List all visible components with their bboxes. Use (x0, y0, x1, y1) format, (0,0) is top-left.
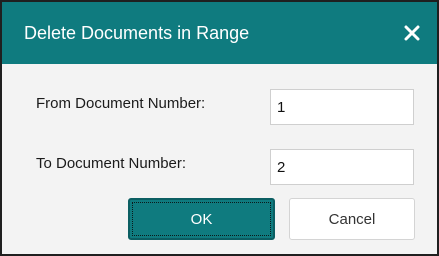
cancel-button[interactable]: Cancel (289, 198, 415, 240)
ok-button-label: OK (190, 210, 213, 228)
close-icon[interactable] (401, 22, 423, 44)
ok-button[interactable]: OK (128, 198, 275, 240)
dialog-title: Delete Documents in Range (24, 23, 250, 43)
cancel-button-label: Cancel (328, 210, 376, 228)
delete-range-dialog: Delete Documents in Range From Document … (0, 0, 439, 256)
to-document-number-input[interactable] (270, 149, 414, 185)
from-document-number-input[interactable] (270, 89, 414, 125)
dialog-titlebar: Delete Documents in Range (2, 2, 437, 64)
from-document-number-label: From Document Number: (36, 95, 206, 112)
to-document-number-label: To Document Number: (36, 155, 187, 172)
